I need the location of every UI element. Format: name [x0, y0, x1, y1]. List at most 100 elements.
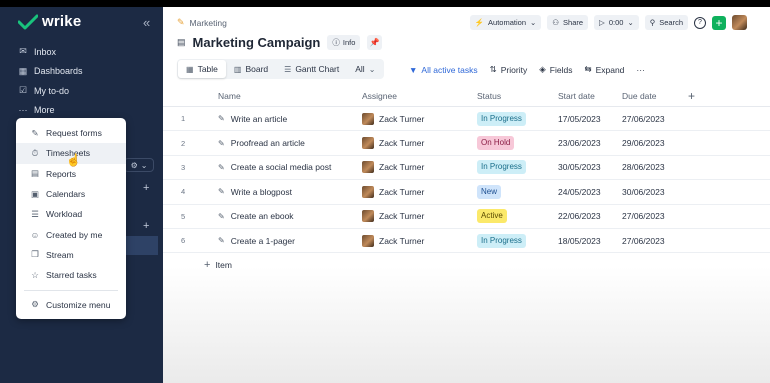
table-row[interactable]: 5 ✎ Create an ebook Zack Turner Active 22/06/…	[163, 205, 770, 229]
avatar	[362, 210, 374, 223]
search-label: Search	[659, 18, 683, 27]
expand-icon: ⇆	[584, 64, 592, 74]
add-item-button[interactable]: + Item	[163, 253, 770, 277]
created-by-me-icon: ☺	[30, 229, 40, 240]
table-icon: ▦	[186, 64, 194, 74]
menu-item-label: Calendars	[46, 189, 86, 200]
avatar[interactable]	[732, 15, 747, 30]
due-date-cell[interactable]: 27/06/2023	[622, 211, 688, 221]
wrike-logo[interactable]: wrike	[18, 13, 81, 30]
menu-item-created-by-me[interactable]: ☺ Created by me	[16, 224, 126, 244]
breadcrumb[interactable]: ✎ Marketing	[177, 17, 227, 28]
due-date-cell[interactable]: 28/06/2023	[622, 162, 688, 172]
column-header-due-date[interactable]: Due date	[622, 91, 688, 101]
due-date-cell[interactable]: 30/06/2023	[622, 187, 688, 197]
start-date-cell[interactable]: 17/05/2023	[558, 114, 622, 124]
tab-label: All	[355, 64, 365, 74]
page-title[interactable]: Marketing Campaign	[193, 35, 321, 50]
fields-label: Fields	[549, 64, 573, 75]
add-folder-button[interactable]: +	[143, 220, 149, 232]
status-cell[interactable]: In Progress	[477, 111, 558, 126]
table-row[interactable]: 4 ✎ Write a blogpost Zack Turner New 24/05/20…	[163, 180, 770, 205]
column-header-status[interactable]: Status	[477, 91, 558, 101]
menu-item-stream[interactable]: ❐ Stream	[16, 245, 126, 265]
task-name-cell[interactable]: ✎ Create a 1-pager	[218, 236, 362, 246]
assignee-cell[interactable]: Zack Turner	[362, 185, 477, 198]
task-icon: ✎	[218, 211, 225, 221]
hand-cursor-icon: ☝	[66, 153, 81, 167]
due-date-cell[interactable]: 29/06/2023	[622, 138, 688, 148]
priority-button[interactable]: ⇅ Priority	[490, 64, 528, 75]
status-cell[interactable]: New	[477, 184, 558, 199]
status-cell[interactable]: In Progress	[477, 160, 558, 175]
due-date-cell[interactable]: 27/06/2023	[622, 114, 688, 124]
timer-value: 0:00	[608, 18, 624, 27]
share-button[interactable]: ⚇ Share	[547, 15, 589, 30]
add-space-button[interactable]: +	[143, 182, 149, 194]
task-name-cell[interactable]: ✎ Write an article	[218, 114, 362, 124]
table-row[interactable]: 6 ✎ Create a 1-pager Zack Turner In Progress…	[163, 229, 770, 254]
task-name-cell[interactable]: ✎ Create a social media post	[218, 162, 362, 172]
tab-table[interactable]: ▦ Table	[178, 60, 226, 78]
help-icon[interactable]: ?	[694, 16, 706, 29]
start-date-cell[interactable]: 30/05/2023	[558, 162, 622, 172]
task-name: Proofread an article	[230, 138, 305, 149]
start-date-cell[interactable]: 22/06/2023	[558, 211, 622, 221]
table-row[interactable]: 3 ✎ Create a social media post Zack Turner I…	[163, 156, 770, 181]
assignee-cell[interactable]: Zack Turner	[362, 210, 477, 223]
row-number: 4	[181, 187, 186, 197]
filter-label: All active tasks	[421, 64, 478, 75]
task-name-cell[interactable]: ✎ Write a blogpost	[218, 187, 362, 197]
menu-item-starred-tasks[interactable]: ☆ Starred tasks	[16, 265, 126, 285]
sidebar-item-inbox[interactable]: ✉ Inbox	[18, 42, 158, 62]
search-button[interactable]: ⚲ Search	[644, 15, 688, 30]
more-options-button[interactable]: ···	[636, 65, 645, 75]
tab-gantt-chart[interactable]: ☰ Gantt Chart	[276, 60, 347, 78]
table-body: 1 ✎ Write an article Zack Turner In Progress…	[163, 107, 770, 254]
status-cell[interactable]: Active	[477, 209, 558, 224]
start-date-cell[interactable]: 24/05/2023	[558, 187, 622, 197]
info-button[interactable]: ⓘ Info	[327, 35, 361, 50]
due-date-cell[interactable]: 27/06/2023	[622, 236, 688, 246]
lightning-icon: ⚡	[474, 18, 485, 27]
sidebar-item-my-todo[interactable]: ☑ My to-do	[18, 81, 158, 101]
star-icon: ☆	[31, 269, 39, 280]
expand-button[interactable]: ⇆ Expand	[584, 64, 624, 75]
assignee-cell[interactable]: Zack Turner	[362, 112, 477, 125]
folder-icon: ✎	[177, 17, 185, 27]
status-cell[interactable]: In Progress	[477, 233, 558, 248]
expand-label: Expand	[595, 64, 625, 75]
task-name-cell[interactable]: ✎ Proofread an article	[218, 138, 362, 148]
tab-board[interactable]: ▥ Board	[226, 60, 276, 78]
add-button[interactable]: +	[712, 15, 726, 30]
assignee-cell[interactable]: Zack Turner	[362, 137, 477, 150]
column-header-name[interactable]: Name	[218, 91, 362, 101]
assignee-cell[interactable]: Zack Turner	[362, 161, 477, 174]
pin-icon[interactable]: 📌	[367, 35, 383, 50]
automation-button[interactable]: ⚡ Automation ⌄	[469, 15, 542, 30]
double-chevron-left-icon[interactable]: «	[143, 15, 150, 30]
timer-button[interactable]: ▷ 0:00 ⌄	[594, 15, 639, 30]
start-date-cell[interactable]: 23/06/2023	[558, 138, 622, 148]
add-column-button[interactable]: +	[688, 89, 718, 103]
menu-item-workload[interactable]: ☰ Workload	[16, 204, 126, 224]
start-date-cell[interactable]: 18/05/2023	[558, 236, 622, 246]
tab-all[interactable]: All ⌄	[347, 60, 383, 78]
status-cell[interactable]: On Hold	[477, 136, 558, 151]
fields-button[interactable]: ◈ Fields	[539, 64, 572, 75]
add-item-label: Item	[215, 260, 232, 271]
sidebar-item-dashboards[interactable]: ▦ Dashboards	[18, 62, 158, 82]
menu-item-request-forms[interactable]: ✎ Request forms	[16, 123, 126, 143]
task-name-cell[interactable]: ✎ Create an ebook	[218, 211, 362, 221]
table-row[interactable]: 2 ✎ Proofread an article Zack Turner On Hold…	[163, 131, 770, 156]
menu-item-customize[interactable]: ⚙ Customize menu	[16, 294, 126, 314]
space-settings-button[interactable]: ⚙ ⌄	[124, 158, 154, 172]
table-row[interactable]: 1 ✎ Write an article Zack Turner In Progress…	[163, 107, 770, 132]
assignee-cell[interactable]: Zack Turner	[362, 234, 477, 247]
menu-item-calendars[interactable]: ▣ Calendars	[16, 184, 126, 204]
column-header-assignee[interactable]: Assignee	[362, 91, 477, 101]
row-number: 3	[181, 162, 186, 172]
assignee-name: Zack Turner	[379, 162, 425, 173]
filter-button[interactable]: ▼ All active tasks	[409, 65, 478, 75]
column-header-start-date[interactable]: Start date	[558, 91, 622, 101]
